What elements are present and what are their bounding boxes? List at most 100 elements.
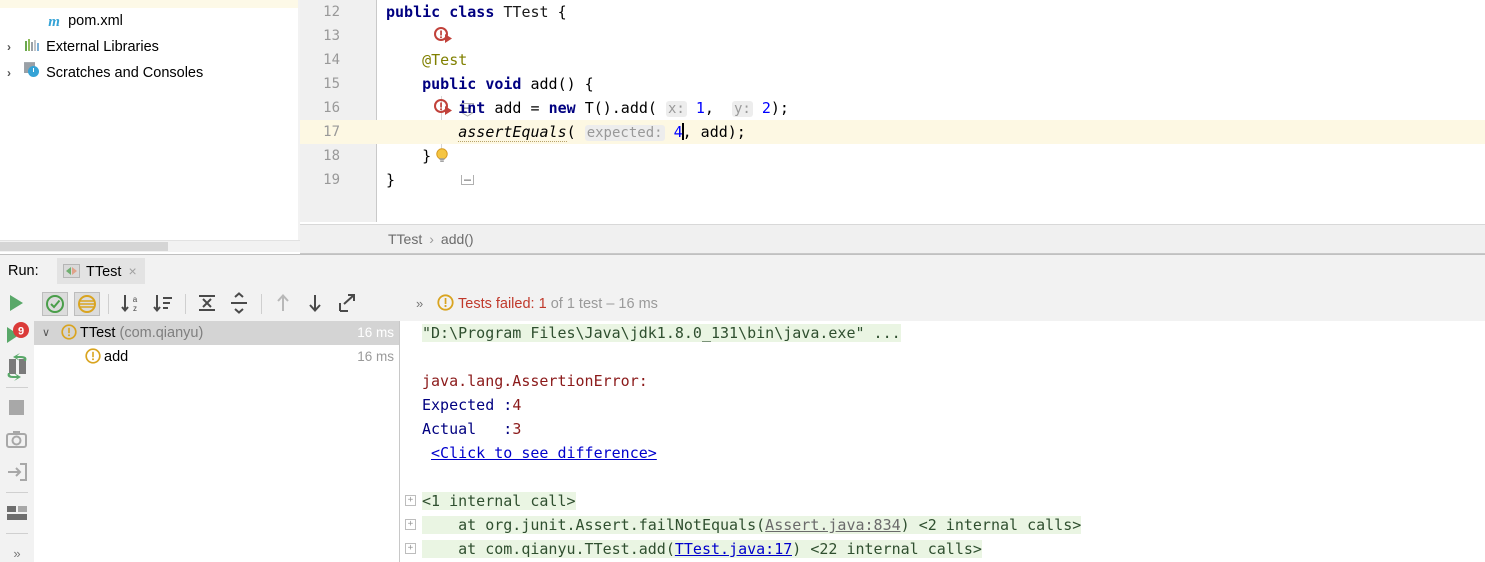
method-signature: add() {	[530, 75, 594, 93]
console-output[interactable]: "D:\Program Files\Java\jdk1.8.0_131\bin\…	[400, 321, 1485, 562]
breadcrumb-class[interactable]: TTest	[388, 231, 422, 247]
tree-item-external-libraries[interactable]: › External Libraries	[0, 34, 300, 60]
keyword-public: public	[386, 3, 441, 21]
code-editor[interactable]: 12 public class TTest { 13 14 @Test 15 p…	[300, 0, 1485, 222]
expand-all-icon[interactable]	[194, 292, 220, 316]
code-line-15[interactable]: 15 public void add() {	[300, 72, 1485, 117]
scrollbar-thumb[interactable]	[0, 242, 168, 251]
test-failed-status-icon	[437, 294, 454, 311]
screenshot-icon[interactable]	[0, 424, 34, 456]
code-line-13[interactable]: 13	[300, 24, 1485, 48]
fold-open-icon[interactable]	[370, 76, 475, 117]
run-error-icon[interactable]	[344, 75, 453, 115]
code-line-17[interactable]: 17 assertEquals( expected: 4, add);	[300, 120, 1485, 162]
code-line-16[interactable]: 16 int add = new T().add( x: 1, y: 2);	[300, 96, 1485, 120]
test-results-tree[interactable]: ∨ TTest (com.qianyu) 16 ms add 16 ms	[34, 321, 400, 562]
line-number: 17	[300, 120, 340, 144]
code-line-14[interactable]: 14 @Test	[300, 48, 1485, 72]
run-tool-window: Run: TTest × 9 » a z » Tests failed: 1 o…	[0, 254, 1485, 562]
expected-label: Expected	[422, 396, 504, 414]
fold-end-icon[interactable]	[370, 148, 475, 185]
argument-2: 2	[761, 99, 771, 117]
stop-icon[interactable]	[0, 392, 34, 424]
toggle-auto-test-icon[interactable]	[0, 351, 34, 383]
test-package: (com.qianyu)	[119, 325, 204, 341]
export-test-results-icon[interactable]	[334, 292, 360, 316]
console-diff-line[interactable]: <Click to see difference>	[400, 441, 1485, 465]
line-number: 12	[300, 0, 340, 24]
click-to-see-difference-link[interactable]: <Click to see difference>	[431, 444, 657, 462]
sort-alphabetically-icon[interactable]: az	[118, 292, 144, 316]
statement-tail: );	[770, 99, 789, 117]
lightbulb-icon[interactable]	[344, 123, 449, 162]
test-tree-row-ttest[interactable]: ∨ TTest (com.qianyu) 16 ms	[34, 321, 400, 345]
code-line-12[interactable]: 12 public class TTest {	[300, 0, 1485, 43]
run-error-icon[interactable]	[344, 3, 453, 43]
show-ignored-toggle[interactable]	[74, 292, 100, 316]
console-command-line: "D:\Program Files\Java\jdk1.8.0_131\bin\…	[400, 321, 1485, 345]
layout-icon[interactable]	[0, 497, 34, 529]
breadcrumb-method[interactable]: add()	[441, 231, 474, 247]
rerun-failed-icon[interactable]: 9	[0, 319, 34, 351]
param-hint-y: y:	[731, 101, 753, 117]
code-line-19[interactable]: 19 }	[300, 168, 1485, 192]
toolbar-overflow-icon[interactable]: »	[416, 287, 423, 321]
next-failed-test-icon[interactable]	[302, 292, 328, 316]
tree-item-label: External Libraries	[46, 39, 159, 55]
stack-text: <1 internal call>	[422, 492, 576, 510]
breadcrumb[interactable]: TTest › add()	[300, 224, 1485, 254]
keyword-void: void	[485, 75, 522, 93]
export-icon[interactable]	[0, 456, 34, 488]
fold-expand-icon[interactable]: +	[405, 543, 416, 554]
tree-row-partial[interactable]	[0, 0, 300, 8]
tree-item-scratches-and-consoles[interactable]: › Scratches and Consoles	[0, 60, 300, 86]
tests-failed-label: Tests failed:	[458, 296, 535, 312]
rerun-icon[interactable]	[0, 287, 34, 319]
sort-by-duration-icon[interactable]	[150, 292, 176, 316]
project-tree-horizontal-scrollbar[interactable]	[0, 240, 300, 252]
actual-separator: :	[503, 420, 513, 438]
collapse-all-icon[interactable]	[226, 292, 252, 316]
fold-expand-icon[interactable]: +	[405, 495, 416, 506]
chevron-right-icon[interactable]: ›	[0, 60, 18, 86]
tree-item-pom-xml[interactable]: m pom.xml	[0, 8, 300, 34]
svg-text:a: a	[133, 295, 138, 304]
class-name: TTest	[503, 3, 549, 21]
method-assert-equals: assertEquals	[458, 123, 567, 142]
close-icon[interactable]: ×	[128, 258, 136, 284]
code-text-15: public void add() {	[386, 72, 594, 96]
stack-file-link[interactable]: TTest.java:17	[675, 540, 792, 558]
comma: ,	[704, 99, 714, 117]
code-text-16: int add = new T().add( x: 1, y: 2);	[386, 96, 789, 120]
run-tab-ttest[interactable]: TTest ×	[57, 258, 145, 284]
chevron-right-icon[interactable]: ›	[0, 34, 18, 60]
toolbar-separator	[6, 387, 28, 388]
call-expression: T().add(	[584, 99, 657, 117]
tree-item-label: Scratches and Consoles	[46, 65, 204, 81]
toolbar-separator	[185, 294, 186, 314]
toolbar-separator	[108, 294, 109, 314]
expected-value: 4	[512, 396, 522, 414]
console-stack-line-0: + <1 internal call>	[400, 489, 1485, 513]
argument-1: 1	[695, 99, 705, 117]
param-hint-expected: expected:	[584, 125, 665, 141]
test-tree-row-add[interactable]: add 16 ms	[34, 345, 400, 369]
project-tool-window[interactable]: m pom.xml › External Libraries › Scratch…	[0, 0, 300, 238]
keyword-int: int	[458, 99, 486, 117]
statement-tail: , add);	[682, 123, 746, 141]
brace: }	[422, 147, 432, 165]
chevron-down-icon[interactable]: ∨	[34, 321, 58, 345]
code-line-18[interactable]: 18 }	[300, 144, 1485, 185]
more-icon[interactable]: »	[0, 538, 34, 562]
actual-label: Actual	[422, 420, 504, 438]
show-passed-toggle[interactable]	[42, 292, 68, 316]
actual-value: 3	[512, 420, 522, 438]
code-text-14: @Test	[386, 48, 467, 72]
line-number: 15	[300, 72, 340, 96]
prev-failed-test-icon[interactable]	[270, 292, 296, 316]
variable-add: add =	[494, 99, 540, 117]
console-exception-line: java.lang.AssertionError:	[400, 369, 1485, 393]
svg-text:z: z	[133, 304, 137, 313]
fold-expand-icon[interactable]: +	[405, 519, 416, 530]
stack-file-link[interactable]: Assert.java:834	[765, 516, 900, 534]
